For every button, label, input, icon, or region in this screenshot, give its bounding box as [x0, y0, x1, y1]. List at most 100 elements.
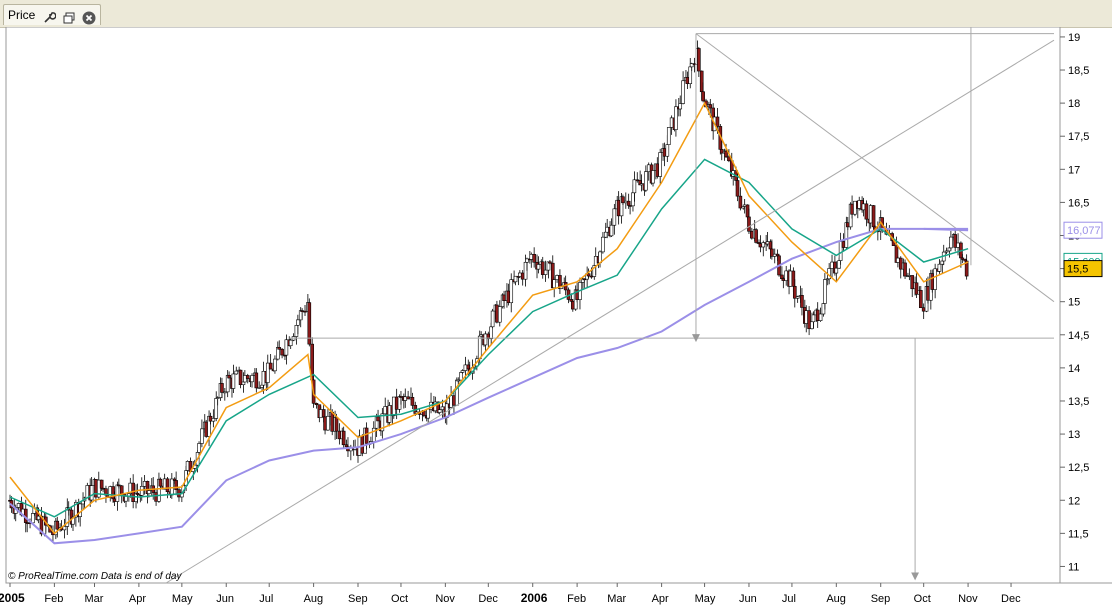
- candle-body: [250, 375, 254, 383]
- candle-body: [36, 515, 41, 520]
- tab-price[interactable]: Price: [3, 4, 101, 25]
- candle-body: [532, 253, 536, 263]
- candle-body: [341, 430, 346, 446]
- candle-body: [708, 104, 713, 109]
- candle-body: [326, 415, 330, 431]
- candle-body: [834, 267, 839, 274]
- candle-body: [689, 63, 694, 68]
- candle-body: [483, 333, 488, 346]
- candle-body: [792, 285, 797, 299]
- candle-body: [571, 301, 575, 310]
- candle-body: [440, 406, 445, 410]
- x-tick-label: Apr: [129, 593, 146, 605]
- candle-body: [781, 278, 786, 281]
- candle-body: [477, 335, 482, 360]
- restore-window-icon[interactable]: [62, 11, 76, 25]
- candle-body: [761, 242, 766, 248]
- candle-body: [452, 395, 456, 406]
- candle-body: [765, 241, 770, 245]
- candle-body: [99, 479, 104, 489]
- x-tick-label: Sep: [871, 593, 891, 605]
- candle-body: [185, 461, 190, 471]
- candle-body: [254, 372, 259, 389]
- candle-body: [383, 406, 388, 415]
- candle-body: [758, 243, 763, 248]
- candle-body: [830, 261, 834, 269]
- candle-body: [211, 418, 216, 422]
- candle-body: [624, 200, 628, 204]
- candle-body: [112, 498, 117, 502]
- watermark: © ProRealTime.com Data is end of day: [8, 571, 182, 582]
- candle-body: [800, 295, 804, 308]
- candle-body: [896, 257, 900, 263]
- candle-body: [719, 149, 724, 154]
- candle-body: [685, 77, 690, 84]
- candle-body: [403, 396, 408, 401]
- candle-body: [265, 362, 270, 383]
- price-chart[interactable]: 1111,51212,51313,51414,51515,51616,51717…: [0, 6, 1112, 610]
- candle-body: [795, 296, 800, 299]
- candle-body: [921, 307, 926, 312]
- candle-body: [280, 348, 284, 356]
- candle-body: [666, 127, 671, 145]
- candle-body: [644, 171, 648, 191]
- candle-body: [552, 279, 556, 289]
- candle-body: [394, 396, 399, 410]
- candle-body: [525, 258, 529, 263]
- candle-body: [197, 443, 201, 453]
- candle-body: [818, 313, 823, 321]
- candle-body: [919, 290, 923, 309]
- candle-body: [735, 180, 740, 197]
- candle-body: [89, 485, 94, 501]
- x-tick-label: Feb: [567, 593, 586, 605]
- y-tick-label: 13,5: [1068, 396, 1089, 408]
- candle-body: [392, 396, 396, 417]
- candle-body: [811, 314, 816, 323]
- y-tick-label: 12: [1068, 495, 1080, 507]
- candle-body: [674, 106, 678, 130]
- candle-body: [701, 91, 705, 102]
- candle-body: [16, 503, 21, 508]
- candle-body: [742, 204, 747, 207]
- candle-body: [288, 339, 293, 347]
- chart-area[interactable]: 1111,51212,51313,51414,51515,51616,51717…: [0, 6, 1112, 610]
- candle-body: [838, 241, 843, 261]
- candle-body: [628, 205, 632, 207]
- candle-body: [845, 222, 850, 228]
- candle-body: [165, 478, 170, 493]
- tab-label: Price: [8, 8, 36, 22]
- x-tick-label: Aug: [304, 593, 324, 605]
- candle-body: [738, 195, 743, 209]
- candle-body: [220, 383, 224, 393]
- y-tick-label: 17,5: [1068, 131, 1089, 143]
- close-icon[interactable]: [82, 11, 96, 25]
- candle-body: [234, 370, 239, 375]
- candle-body: [621, 196, 625, 204]
- candle-body: [364, 427, 369, 444]
- candle-body: [223, 391, 227, 394]
- candle-body: [651, 170, 655, 184]
- candle-body: [268, 362, 273, 370]
- candle-body: [323, 416, 327, 431]
- y-tick-label: 16,5: [1068, 197, 1089, 209]
- candle-body: [437, 409, 442, 413]
- candle-body: [857, 200, 862, 209]
- y-tick-label: 18,5: [1068, 65, 1089, 77]
- candle-body: [853, 200, 857, 215]
- candle-body: [868, 205, 873, 224]
- candle-body: [944, 250, 949, 253]
- candle-body: [513, 275, 518, 283]
- candle-body: [555, 275, 559, 280]
- candle-body: [655, 163, 660, 177]
- title-bar: Price: [0, 0, 1112, 28]
- candle-body: [147, 490, 151, 495]
- candle-body: [907, 275, 912, 277]
- candle-body: [460, 370, 465, 373]
- x-tick-label: May: [695, 593, 716, 605]
- candle-body: [463, 364, 468, 371]
- x-tick-label: Dec: [1001, 593, 1021, 605]
- wrench-icon[interactable]: [42, 11, 56, 25]
- candle-body: [101, 487, 105, 490]
- candle-body: [257, 387, 261, 389]
- candle-body: [117, 484, 121, 487]
